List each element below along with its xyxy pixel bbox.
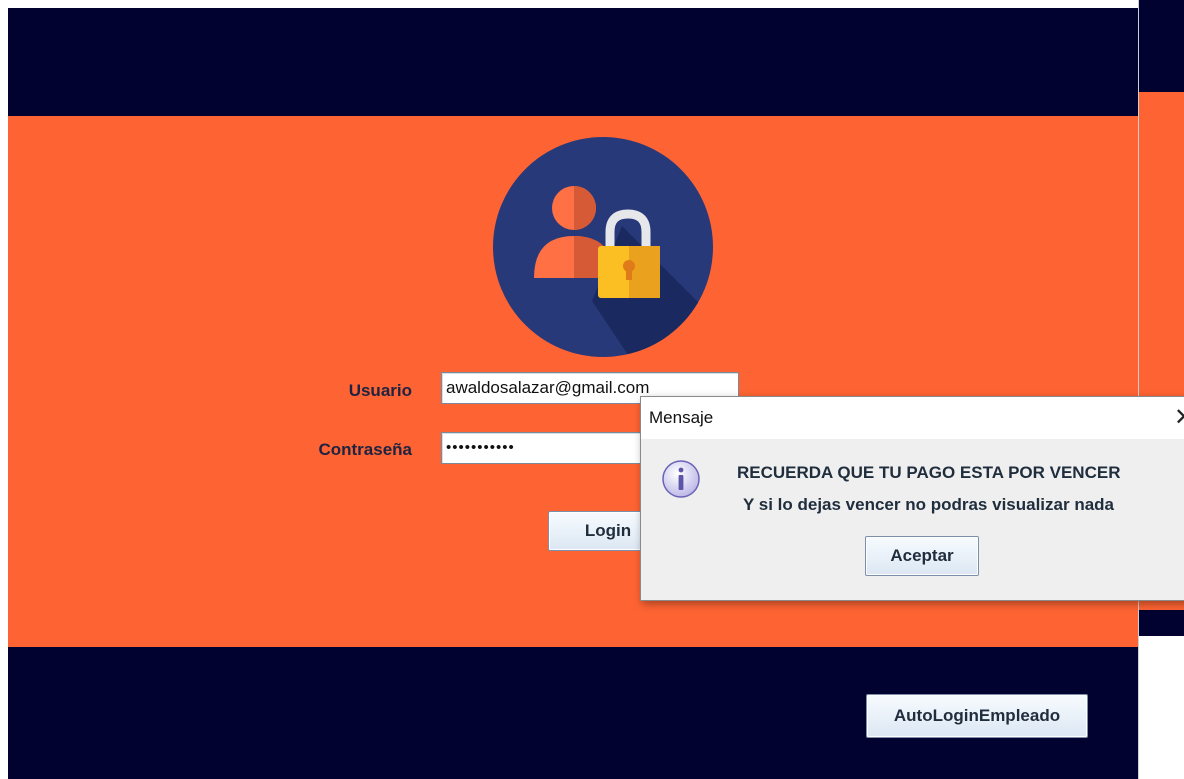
header-band: [8, 8, 1138, 116]
autologin-button[interactable]: AutoLoginEmpleado: [866, 694, 1088, 738]
message-dialog: Mensaje ✕ RECUERDA QUE TU PAGO ESTA POR …: [640, 396, 1184, 601]
login-window: Usuario awaldosalazar@gmail.com Contrase…: [8, 8, 1138, 779]
password-label: Contraseña: [318, 440, 412, 459]
dialog-title: Mensaje: [649, 408, 714, 427]
accept-button-label: Aceptar: [890, 546, 954, 565]
info-icon: [662, 460, 700, 498]
background-window: [1138, 0, 1184, 779]
dialog-titlebar: Mensaje ✕: [641, 397, 1184, 439]
dialog-message-line2: Y si lo dejas vencer no podras visualiza…: [743, 495, 1115, 514]
user-lock-logo: [493, 137, 713, 357]
login-button-label: Login: [584, 521, 632, 540]
autologin-button-label: AutoLoginEmpleado: [893, 706, 1061, 725]
username-label: Usuario: [348, 381, 412, 400]
dialog-message-line1: RECUERDA QUE TU PAGO ESTA POR VENCER: [737, 463, 1121, 482]
background-window-footer: [1139, 610, 1184, 636]
accept-button[interactable]: Aceptar: [865, 536, 979, 576]
close-icon[interactable]: ✕: [1169, 403, 1184, 433]
background-window-header: [1139, 0, 1184, 92]
